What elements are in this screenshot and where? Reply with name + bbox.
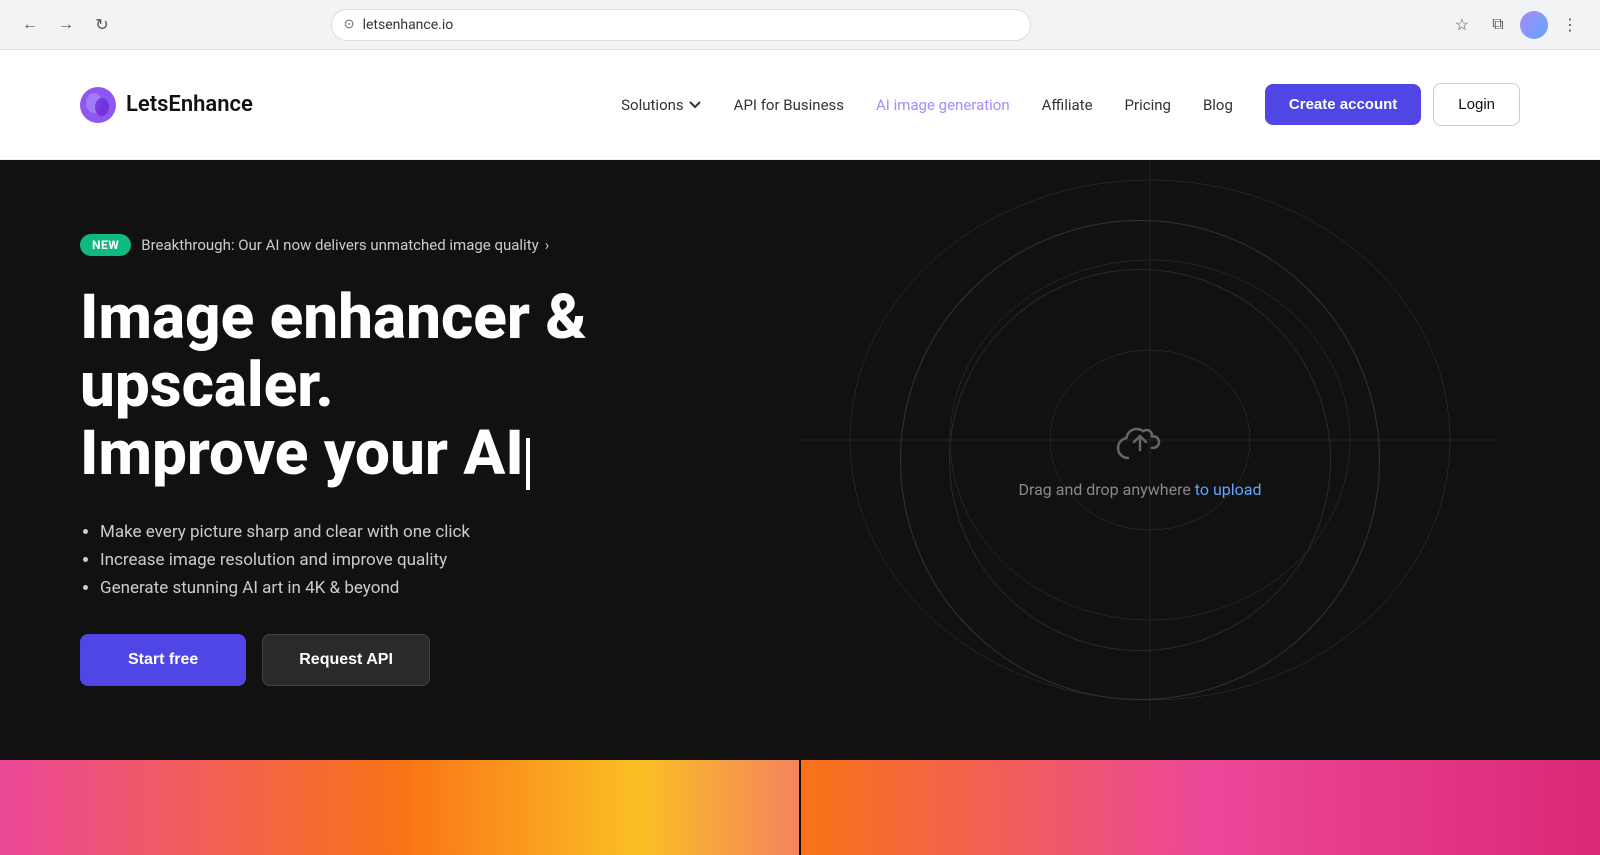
nav-api-label: API for Business <box>734 96 844 114</box>
logo[interactable]: LetsEnhance <box>80 87 253 123</box>
nav-affiliate[interactable]: Affiliate <box>1042 96 1093 114</box>
url-text: letsenhance.io <box>363 17 454 33</box>
bottom-strip <box>0 760 1600 855</box>
chevron-down-icon <box>688 98 702 112</box>
nav-ai-image[interactable]: AI image generation <box>876 96 1010 114</box>
nav-blog[interactable]: Blog <box>1203 96 1233 114</box>
site-icon: ⊙ <box>344 17 355 32</box>
bullet-2: Increase image resolution and improve qu… <box>100 550 760 570</box>
bullet-1: Make every picture sharp and clear with … <box>100 522 760 542</box>
nav-pricing[interactable]: Pricing <box>1125 96 1171 114</box>
upload-text: Drag and drop anywhere to upload <box>1018 480 1261 499</box>
bullet-3: Generate stunning AI art in 4K & beyond <box>100 578 760 598</box>
hero-bullets: Make every picture sharp and clear with … <box>80 522 760 598</box>
hero-badge[interactable]: NEW Breakthrough: Our AI now delivers un… <box>80 234 549 256</box>
request-api-button[interactable]: Request API <box>262 634 430 686</box>
nav-blog-label: Blog <box>1203 96 1233 114</box>
address-bar[interactable]: ⊙ letsenhance.io <box>331 9 1031 41</box>
login-button[interactable]: Login <box>1433 83 1520 126</box>
nav-cta-area: Create account Login <box>1265 83 1520 126</box>
upload-link[interactable]: to upload <box>1195 480 1262 499</box>
nav-solutions[interactable]: Solutions <box>621 96 702 114</box>
hero-section: NEW Breakthrough: Our AI now delivers un… <box>0 160 1600 760</box>
browser-nav-buttons: ← → ↻ <box>16 11 116 39</box>
browser-actions: ☆ ⧉ ⋮ <box>1448 11 1584 39</box>
menu-button[interactable]: ⋮ <box>1556 11 1584 39</box>
nav-solutions-label: Solutions <box>621 96 684 114</box>
hero-title-line1: Image enhancer & upscaler. <box>80 281 587 422</box>
hero-title-line2: Improve your AI <box>80 417 524 490</box>
hero-buttons: Start free Request API <box>80 634 760 686</box>
bottom-strip-left <box>0 760 799 855</box>
extension-button[interactable]: ⧉ <box>1484 11 1512 39</box>
user-avatar[interactable] <box>1520 11 1548 39</box>
start-free-button[interactable]: Start free <box>80 634 246 686</box>
hero-left: NEW Breakthrough: Our AI now delivers un… <box>80 234 760 686</box>
nav-affiliate-label: Affiliate <box>1042 96 1093 114</box>
nav-ai-image-label: AI image generation <box>876 96 1010 114</box>
reload-button[interactable]: ↻ <box>88 11 116 39</box>
chevron-right-icon: › <box>545 236 550 254</box>
badge-text: Breakthrough: Our AI now delivers unmatc… <box>141 236 549 254</box>
hero-right: Drag and drop anywhere to upload <box>760 220 1520 700</box>
upload-cloud-icon <box>1114 422 1166 464</box>
bookmark-button[interactable]: ☆ <box>1448 11 1476 39</box>
hero-title: Image enhancer & upscaler. Improve your … <box>80 284 760 490</box>
nav-api[interactable]: API for Business <box>734 96 844 114</box>
nav-pricing-label: Pricing <box>1125 96 1171 114</box>
nav-links: Solutions API for Business AI image gene… <box>621 96 1233 114</box>
upload-dropzone[interactable]: Drag and drop anywhere to upload <box>900 220 1380 700</box>
logo-icon <box>80 87 116 123</box>
text-cursor <box>526 438 530 491</box>
browser-chrome: ← → ↻ ⊙ letsenhance.io ☆ ⧉ ⋮ <box>0 0 1600 50</box>
back-button[interactable]: ← <box>16 11 44 39</box>
forward-button[interactable]: → <box>52 11 80 39</box>
badge-new-label: NEW <box>80 234 131 256</box>
site-navbar: LetsEnhance Solutions API for Business A… <box>0 50 1600 160</box>
bottom-strip-right <box>801 760 1600 855</box>
logo-text: LetsEnhance <box>126 92 253 117</box>
create-account-button[interactable]: Create account <box>1265 84 1421 125</box>
